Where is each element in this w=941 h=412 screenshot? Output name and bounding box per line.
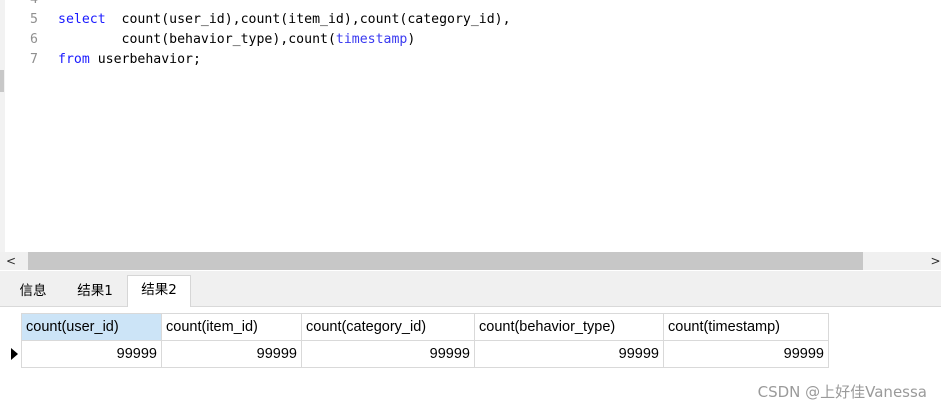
line-number: 5 (30, 12, 38, 27)
code-line[interactable]: 5 select count(user_id),count(item_id),co… (5, 10, 905, 30)
row-indicator[interactable] (7, 341, 21, 366)
code-text: count(behavior_type),count( (58, 32, 336, 47)
tab-info[interactable]: 信息 (8, 277, 58, 305)
sql-keyword: from (58, 52, 90, 67)
column-header-user-id[interactable]: count(user_id) (21, 313, 162, 341)
line-number: 7 (30, 52, 38, 67)
editor-marker (0, 70, 4, 92)
horizontal-scrollbar[interactable]: < > (0, 252, 941, 270)
column-header-item-id[interactable]: count(item_id) (161, 313, 302, 341)
sql-keyword: select (58, 12, 106, 27)
scroll-left-arrow-icon[interactable]: < (0, 252, 22, 270)
code-line[interactable]: 4 (5, 0, 905, 10)
code-text: count(user_id),count(item_id),count(cate… (105, 12, 511, 27)
table-cell[interactable]: 99999 (161, 340, 302, 368)
line-number: 6 (30, 32, 38, 47)
column-header-category-id[interactable]: count(category_id) (301, 313, 475, 341)
watermark: CSDN @上好佳Vanessa (757, 383, 927, 401)
header-row: count(user_id) count(item_id) count(cate… (21, 313, 829, 341)
sql-function-name: timestamp (335, 32, 408, 47)
current-row-arrow-icon (11, 348, 18, 360)
code-text: userbehavior; (89, 52, 201, 67)
scroll-right-arrow-icon[interactable]: > (930, 252, 941, 270)
line-number: 4 (5, 0, 38, 10)
results-table: count(user_id) count(item_id) count(cate… (21, 313, 829, 368)
tab-result-2[interactable]: 结果2 (127, 275, 191, 307)
tab-result-1[interactable]: 结果1 (65, 277, 125, 305)
table-cell[interactable]: 99999 (301, 340, 475, 368)
table-cell[interactable]: 99999 (474, 340, 664, 368)
table-cell[interactable]: 99999 (21, 340, 162, 368)
table-row: 99999 99999 99999 99999 99999 (21, 340, 829, 368)
scrollbar-thumb[interactable] (28, 252, 863, 270)
code-text: ) (407, 32, 416, 47)
code-line[interactable]: 7 from userbehavior; (5, 50, 905, 70)
code-line[interactable]: 6 count(behavior_type),count(timestamp) (5, 30, 905, 50)
table-cell[interactable]: 99999 (663, 340, 829, 368)
column-header-timestamp[interactable]: count(timestamp) (663, 313, 829, 341)
results-tab-bar: 信息 结果1 结果2 (0, 271, 941, 307)
sql-editor[interactable]: 4 5 select count(user_id),count(item_id),c… (0, 0, 941, 252)
column-header-behavior-type[interactable]: count(behavior_type) (474, 313, 664, 341)
